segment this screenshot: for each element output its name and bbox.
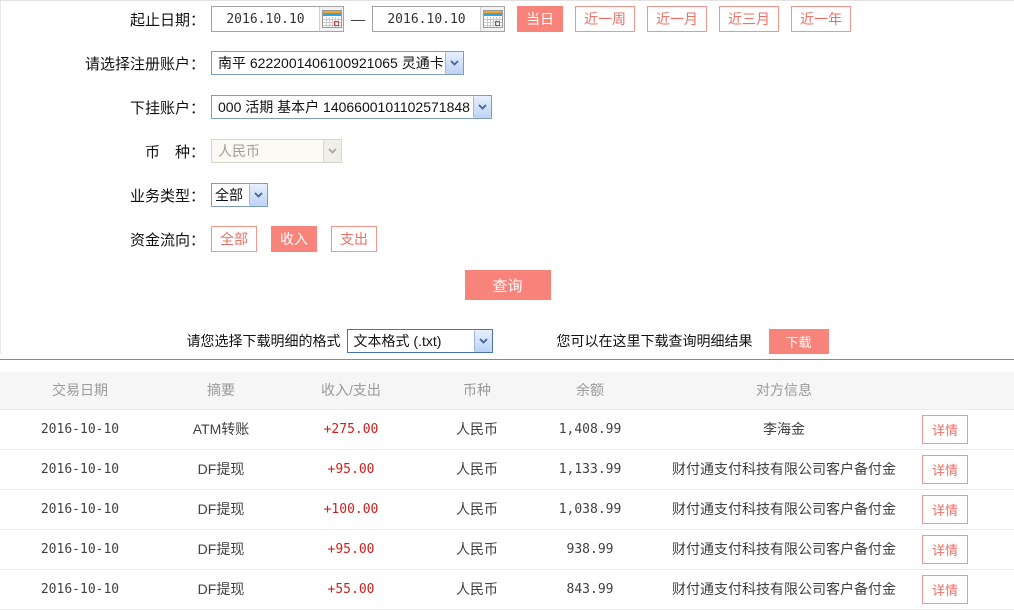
transaction-query-page: 起止日期： 2016.10.10 — [0,0,1014,605]
detail-button[interactable]: 详情 [922,495,968,524]
cell-summary: DF提现 [160,449,282,489]
biz-type-row: 业务类型： 全部 [1,182,1014,208]
cell-date: 2016-10-10 [0,409,160,449]
detail-button[interactable]: 详情 [922,575,968,604]
cell-currency: 人民币 [420,409,534,449]
start-date-input[interactable]: 2016.10.10 [211,6,344,32]
cell-amount: +55.00 [282,569,420,609]
cell-counterparty: 财付通支付科技有限公司客户备付金 [646,529,922,569]
cell-date: 2016-10-10 [0,489,160,529]
table-row: 2016-10-10 ATM转账 +275.00 人民币 1,408.99 李海… [0,409,1014,449]
currency-value: 人民币 [212,141,323,161]
header-summary: 摘要 [160,372,282,409]
chevron-down-icon [445,52,463,74]
cell-date: 2016-10-10 [0,569,160,609]
sub-account-label: 下挂账户： [1,97,211,118]
table-row: 2016-10-10 DF提现 +55.00 人民币 843.99 财付通支付科… [0,569,1014,609]
flow-all-button[interactable]: 全部 [211,226,257,252]
download-hint: 您可以在这里下载查询明细结果 [557,331,753,351]
preset-last-week-button[interactable]: 近一周 [575,6,635,32]
chevron-down-icon [473,96,491,118]
cell-date: 2016-10-10 [0,529,160,569]
date-range-label: 起止日期： [1,9,211,30]
header-currency: 币种 [420,372,534,409]
download-row: 请您选择下载明细的格式 文本格式 (.txt) 您可以在这里下载查询明细结果 下… [1,328,1014,354]
cell-balance: 1,133.99 [534,449,646,489]
currency-select: 人民币 [211,139,342,163]
biz-type-select[interactable]: 全部 [211,183,268,207]
cell-currency: 人民币 [420,449,534,489]
header-amount: 收入/支出 [282,372,420,409]
fund-flow-row: 资金流向： 全部 收入 支出 [1,226,1014,252]
date-separator: — [351,11,365,27]
cell-summary: DF提现 [160,529,282,569]
header-counterparty: 对方信息 [646,372,922,409]
cell-counterparty: 财付通支付科技有限公司客户备付金 [646,489,922,529]
date-range-row: 起止日期： 2016.10.10 — [1,6,1014,32]
download-format-label: 请您选择下载明细的格式 [187,331,341,351]
chevron-down-icon [323,140,341,162]
registered-account-select[interactable]: 南平 6222001406100921065 灵通卡 [211,51,464,75]
cell-balance: 843.99 [534,569,646,609]
cell-counterparty: 财付通支付科技有限公司客户备付金 [646,449,922,489]
cell-amount: +100.00 [282,489,420,529]
cell-amount: +95.00 [282,529,420,569]
chevron-down-icon [249,184,267,206]
preset-last-month-button[interactable]: 近一月 [647,6,707,32]
calendar-icon[interactable] [480,7,504,31]
table-row: 2016-10-10 DF提现 +95.00 人民币 1,133.99 财付通支… [0,449,1014,489]
flow-expense-button[interactable]: 支出 [331,226,377,252]
preset-today-button[interactable]: 当日 [517,6,563,32]
registered-account-value: 南平 6222001406100921065 灵通卡 [212,53,445,73]
preset-last-3-months-button[interactable]: 近三月 [719,6,779,32]
download-format-value: 文本格式 (.txt) [348,331,474,351]
red-divider [0,359,1014,360]
download-button[interactable]: 下载 [769,329,829,354]
cell-summary: ATM转账 [160,409,282,449]
chevron-down-icon [474,330,492,352]
header-balance: 余额 [534,372,646,409]
calendar-icon[interactable] [319,7,343,31]
sub-account-value: 000 活期 基本户 1406600101102571848 [212,97,473,117]
cell-currency: 人民币 [420,489,534,529]
header-actions [922,372,1014,409]
detail-button[interactable]: 详情 [922,455,968,484]
biz-type-value: 全部 [212,185,249,205]
transactions-table: 交易日期 摘要 收入/支出 币种 余额 对方信息 2016-10-10 ATM转… [0,372,1014,610]
currency-row: 币 种： 人民币 [1,138,1014,164]
query-button[interactable]: 查询 [465,270,551,300]
cell-summary: DF提现 [160,489,282,529]
cell-balance: 938.99 [534,529,646,569]
cell-counterparty: 财付通支付科技有限公司客户备付金 [646,569,922,609]
table-header-row: 交易日期 摘要 收入/支出 币种 余额 对方信息 [0,372,1014,409]
table-row: 2016-10-10 DF提现 +95.00 人民币 938.99 财付通支付科… [0,529,1014,569]
cell-summary: DF提现 [160,569,282,609]
cell-currency: 人民币 [420,529,534,569]
cell-date: 2016-10-10 [0,449,160,489]
fund-flow-label: 资金流向： [1,229,211,250]
cell-currency: 人民币 [420,569,534,609]
currency-label: 币 种： [1,141,211,162]
end-date-value: 2016.10.10 [373,12,480,27]
cell-amount: +275.00 [282,409,420,449]
query-form: 起止日期： 2016.10.10 — [0,1,1014,354]
registered-account-label: 请选择注册账户： [1,53,211,74]
cell-counterparty: 李海金 [646,409,922,449]
table-row: 2016-10-10 DF提现 +100.00 人民币 1,038.99 财付通… [0,489,1014,529]
end-date-input[interactable]: 2016.10.10 [372,6,505,32]
start-date-value: 2016.10.10 [212,12,319,27]
cell-balance: 1,408.99 [534,409,646,449]
registered-account-row: 请选择注册账户： 南平 6222001406100921065 灵通卡 [1,50,1014,76]
flow-income-button[interactable]: 收入 [271,226,317,252]
sub-account-row: 下挂账户： 000 活期 基本户 1406600101102571848 [1,94,1014,120]
preset-last-year-button[interactable]: 近一年 [791,6,851,32]
detail-button[interactable]: 详情 [922,415,968,444]
sub-account-select[interactable]: 000 活期 基本户 1406600101102571848 [211,95,492,119]
cell-amount: +95.00 [282,449,420,489]
biz-type-label: 业务类型： [1,185,211,206]
cell-balance: 1,038.99 [534,489,646,529]
header-date: 交易日期 [0,372,160,409]
detail-button[interactable]: 详情 [922,535,968,564]
download-format-select[interactable]: 文本格式 (.txt) [347,329,493,353]
